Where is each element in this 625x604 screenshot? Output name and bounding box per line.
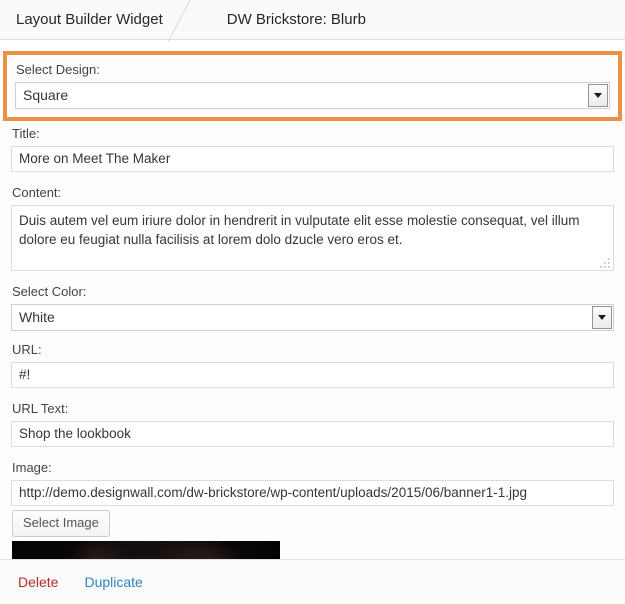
widget-footer: Delete Duplicate (0, 559, 625, 604)
url-input[interactable] (11, 362, 614, 388)
breadcrumb-header: Layout Builder Widget DW Brickstore: Blu… (0, 0, 625, 40)
select-color-label: Select Color: (12, 284, 87, 299)
duplicate-link[interactable]: Duplicate (84, 574, 142, 590)
url-label: URL: (12, 342, 42, 357)
field-content: Content: (0, 180, 625, 271)
select-design-group: Select Design: Square (3, 51, 622, 121)
select-design-value[interactable]: Square (15, 82, 610, 109)
field-select-design: Select Design: Square (15, 57, 610, 109)
widget-form: Select Design: Square Title: Content: (0, 51, 625, 604)
image-label: Image: (12, 460, 52, 475)
chevron-down-icon[interactable] (592, 306, 612, 329)
title-input[interactable] (11, 146, 614, 172)
breadcrumb-item-label: Layout Builder Widget (16, 11, 163, 28)
select-color-input[interactable]: White (11, 304, 614, 331)
title-label: Title: (12, 126, 40, 141)
breadcrumb-item-dw-brickstore-blurb[interactable]: DW Brickstore: Blurb (209, 0, 378, 39)
select-design-label: Select Design: (16, 62, 100, 77)
breadcrumb-item-label: DW Brickstore: Blurb (226, 11, 366, 28)
field-url: URL: (0, 337, 625, 388)
content-textarea[interactable] (11, 205, 614, 271)
select-design-input[interactable]: Square (15, 82, 610, 109)
url-text-input[interactable] (11, 421, 614, 447)
url-text-label: URL Text: (12, 401, 69, 416)
delete-link[interactable]: Delete (18, 574, 58, 590)
chevron-right-icon (175, 0, 209, 39)
field-url-text: URL Text: (0, 396, 625, 447)
breadcrumb-item-layout-builder-widget[interactable]: Layout Builder Widget (0, 0, 175, 39)
select-color-value[interactable]: White (11, 304, 614, 331)
field-title: Title: (0, 121, 625, 172)
field-select-color: Select Color: White (0, 279, 625, 331)
chevron-down-icon[interactable] (588, 84, 608, 107)
select-image-button[interactable]: Select Image (12, 510, 110, 537)
image-url-input[interactable] (11, 480, 614, 506)
content-label: Content: (12, 185, 62, 200)
